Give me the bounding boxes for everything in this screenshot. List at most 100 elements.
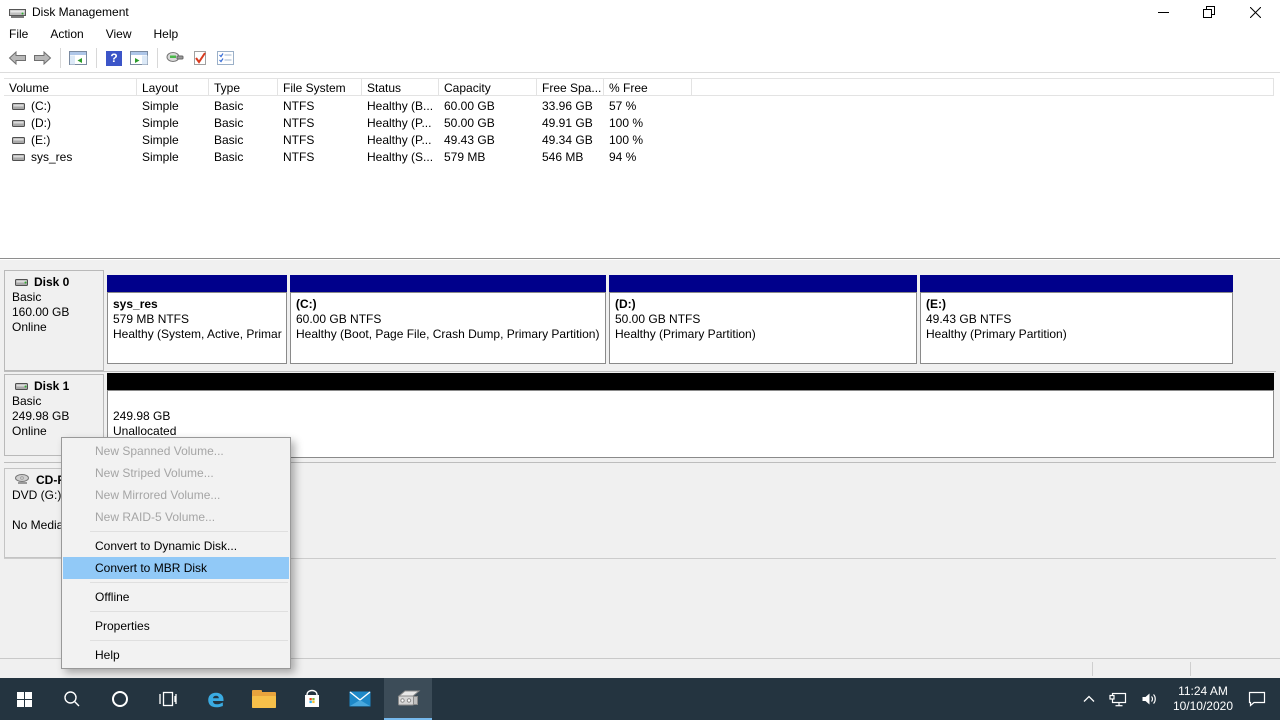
edge-button[interactable]: e [192, 678, 240, 720]
table-row[interactable]: (C:) Simple Basic NTFS Healthy (B... 60.… [4, 97, 1274, 114]
disk0-label-panel[interactable]: Disk 0 Basic 160.00 GB Online [4, 270, 104, 371]
column-header-file-system[interactable]: File System [278, 79, 362, 95]
start-button[interactable] [0, 678, 48, 720]
cell-layout: Simple [137, 116, 209, 130]
toolbar: ? [0, 44, 1280, 73]
disk-size: 249.98 GB [12, 409, 103, 424]
menu-item-new-raid5-volume: New RAID-5 Volume... [62, 506, 290, 528]
cortana-button[interactable] [96, 678, 144, 720]
menu-file[interactable]: File [0, 24, 39, 44]
disk-context-menu: New Spanned Volume... New Striped Volume… [61, 437, 291, 669]
column-header-status[interactable]: Status [362, 79, 439, 95]
menu-item-new-spanned-volume: New Spanned Volume... [62, 440, 290, 462]
toolbar-separator [60, 48, 61, 68]
search-icon [63, 690, 81, 708]
help-icon[interactable]: ? [102, 46, 126, 70]
menu-help[interactable]: Help [143, 24, 190, 44]
menu-item-offline[interactable]: Offline [62, 586, 290, 608]
column-header-filler [692, 79, 1274, 95]
column-header-layout[interactable]: Layout [137, 79, 209, 95]
disk-management-window: Disk Management File Action View Help [0, 0, 1280, 678]
menu-item-convert-to-dynamic-disk[interactable]: Convert to Dynamic Disk... [62, 535, 290, 557]
column-header-type[interactable]: Type [209, 79, 278, 95]
column-header-volume[interactable]: Volume [4, 79, 137, 95]
network-icon [1109, 692, 1127, 707]
console-tree-icon[interactable] [66, 46, 90, 70]
task-view-button[interactable] [144, 678, 192, 720]
rescan-icon[interactable] [163, 46, 187, 70]
title-bar: Disk Management [0, 0, 1280, 24]
menu-separator [90, 582, 288, 583]
tray-chevron-button[interactable] [1083, 695, 1095, 703]
start-icon [17, 692, 32, 707]
cell-free: 49.34 GB [537, 133, 604, 147]
cell-type: Basic [209, 150, 278, 164]
partition-sys-res[interactable]: sys_res 579 MB NTFS Healthy (System, Act… [107, 275, 287, 364]
menu-item-properties[interactable]: Properties [62, 615, 290, 637]
cell-status: Healthy (B... [362, 99, 439, 113]
menu-view[interactable]: View [95, 24, 143, 44]
partition-color-bar [609, 275, 917, 292]
menu-item-help[interactable]: Help [62, 644, 290, 666]
minimize-button[interactable] [1140, 0, 1186, 24]
table-row[interactable]: (D:) Simple Basic NTFS Healthy (P... 50.… [4, 114, 1274, 131]
clock-date: 10/10/2020 [1173, 699, 1233, 714]
store-button[interactable] [288, 678, 336, 720]
cell-status: Healthy (P... [362, 133, 439, 147]
partition-status: Healthy (Primary Partition) [926, 327, 1227, 342]
action-pane-icon[interactable] [127, 46, 151, 70]
forward-arrow-icon[interactable] [30, 46, 54, 70]
menu-bar: File Action View Help [0, 24, 1280, 44]
partition-e[interactable]: (E:) 49.43 GB NTFS Healthy (Primary Part… [920, 275, 1233, 364]
check-document-icon[interactable] [188, 46, 212, 70]
action-center-button[interactable] [1248, 691, 1266, 707]
partition-color-bar [107, 275, 287, 292]
taskbar-clock[interactable]: 11:24 AM 10/10/2020 [1173, 684, 1233, 714]
partition-c[interactable]: (C:) 60.00 GB NTFS Healthy (Boot, Page F… [290, 275, 606, 364]
disk-icon [15, 278, 28, 287]
partition-status: Healthy (Boot, Page File, Crash Dump, Pr… [296, 327, 600, 342]
restore-button[interactable] [1186, 0, 1232, 24]
column-header-pct-free[interactable]: % Free [604, 79, 692, 95]
cell-capacity: 50.00 GB [439, 116, 537, 130]
close-button[interactable] [1232, 0, 1278, 24]
table-row[interactable]: (E:) Simple Basic NTFS Healthy (P... 49.… [4, 131, 1274, 148]
mail-button[interactable] [336, 678, 384, 720]
file-explorer-icon [252, 690, 276, 708]
window-title: Disk Management [32, 5, 129, 19]
cell-free: 546 MB [537, 150, 604, 164]
cell-pct: 57 % [604, 99, 692, 113]
table-row[interactable]: sys_res Simple Basic NTFS Healthy (S... … [4, 148, 1274, 165]
volume-icon [12, 136, 25, 145]
cell-fs: NTFS [278, 150, 362, 164]
disk-type: Basic [12, 290, 103, 305]
tray-volume-button[interactable] [1141, 692, 1158, 706]
disk-management-taskbar-button[interactable] [384, 678, 432, 720]
file-explorer-button[interactable] [240, 678, 288, 720]
menu-item-new-striped-volume: New Striped Volume... [62, 462, 290, 484]
volume-icon [12, 153, 25, 162]
menu-item-convert-to-mbr-disk[interactable]: Convert to MBR Disk [63, 557, 289, 579]
column-header-capacity[interactable]: Capacity [439, 79, 537, 95]
partition-status: Healthy (Primary Partition) [615, 327, 911, 342]
cell-layout: Simple [137, 99, 209, 113]
disk-name: Disk 1 [34, 379, 69, 393]
cell-pct: 100 % [604, 133, 692, 147]
partition-d[interactable]: (D:) 50.00 GB NTFS Healthy (Primary Part… [609, 275, 917, 364]
edge-icon: e [207, 686, 225, 712]
menu-action[interactable]: Action [39, 24, 94, 44]
search-button[interactable] [48, 678, 96, 720]
cell-capacity: 49.43 GB [439, 133, 537, 147]
disk-icon [15, 382, 28, 391]
cell-fs: NTFS [278, 116, 362, 130]
volume-name: (D:) [31, 116, 51, 130]
back-arrow-icon[interactable] [5, 46, 29, 70]
checklist-icon[interactable] [213, 46, 237, 70]
tray-network-button[interactable] [1109, 692, 1127, 707]
cell-fs: NTFS [278, 133, 362, 147]
mail-icon [349, 691, 371, 707]
menu-separator [90, 531, 288, 532]
volume-name: sys_res [31, 150, 72, 164]
volume-icon [12, 119, 25, 128]
column-header-free-space[interactable]: Free Spa... [537, 79, 604, 95]
